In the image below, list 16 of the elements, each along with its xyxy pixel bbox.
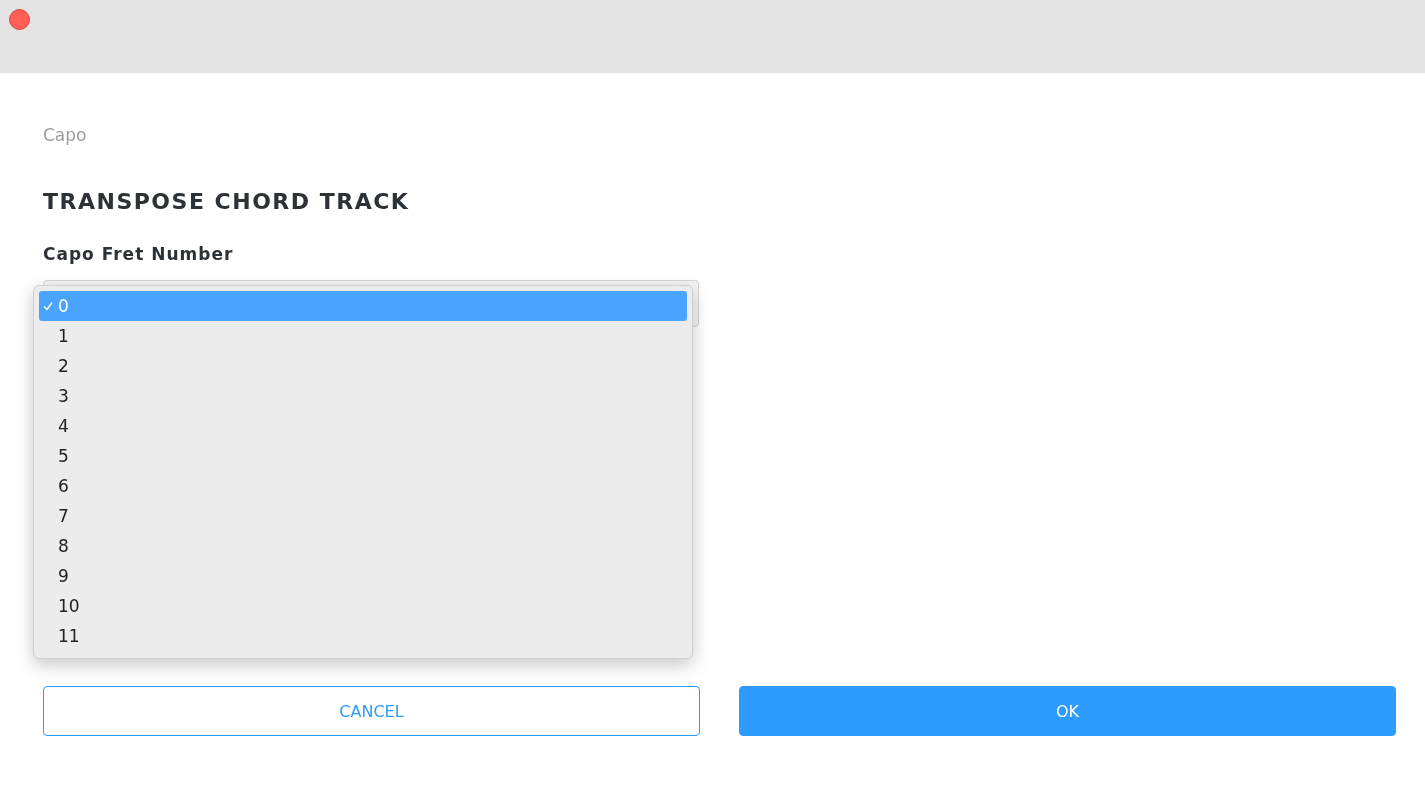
menu-option[interactable]: 7 [39,501,687,531]
menu-option[interactable]: 11 [39,621,687,651]
menu-option[interactable]: 10 [39,591,687,621]
close-button[interactable] [9,9,30,30]
breadcrumb: Capo [43,125,88,147]
check-icon [43,301,53,311]
menu-option[interactable]: 1 [39,321,687,351]
menu-option[interactable]: 6 [39,471,687,501]
menu-option[interactable]: 5 [39,441,687,471]
menu-option[interactable]: 9 [39,561,687,591]
field-label: Capo Fret Number [43,244,235,264]
menu-option[interactable]: 4 [39,411,687,441]
menu-option[interactable]: 3 [39,381,687,411]
dialog-title: TRANSPOSE CHORD TRACK [43,189,411,214]
menu-option[interactable]: 2 [39,351,687,381]
menu-option[interactable]: 8 [39,531,687,561]
